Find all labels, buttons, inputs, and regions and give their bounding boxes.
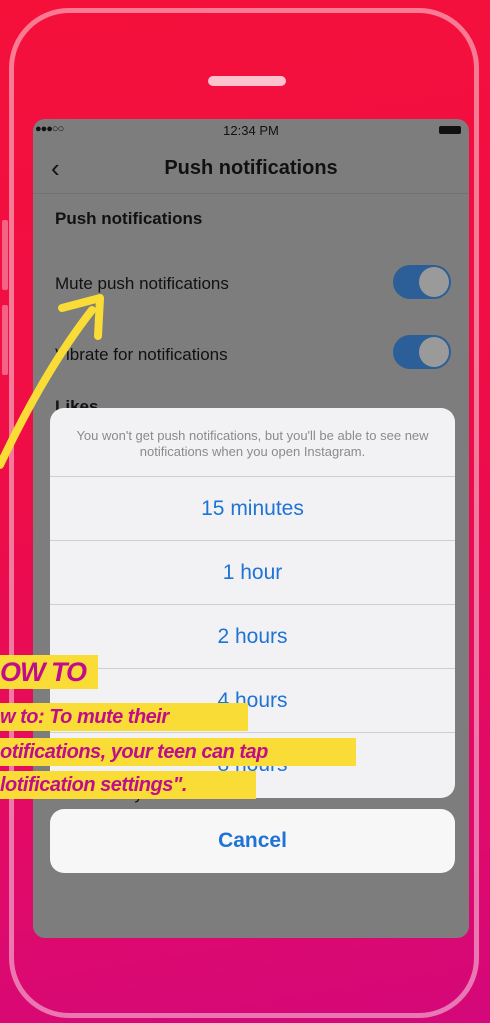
toggle-knob (419, 337, 449, 367)
status-bar: ●●●○○ 12:34 PM (33, 119, 469, 141)
page-title: Push notifications (164, 157, 338, 179)
how-to-heading: OW TO (0, 655, 98, 689)
option-2-hours[interactable]: 2 hours (50, 604, 455, 668)
caption-line-1: w to: To mute their (0, 703, 248, 731)
pointer-arrow-icon (0, 294, 104, 469)
toggle-knob (419, 267, 449, 297)
cancel-button[interactable]: Cancel (50, 809, 455, 873)
caption-line-2: otifications, your teen can tap (0, 738, 356, 766)
vibrate-notifications-toggle[interactable] (393, 335, 451, 369)
battery-icon (439, 126, 461, 134)
status-time: 12:34 PM (223, 123, 279, 138)
mute-notifications-toggle[interactable] (393, 265, 451, 299)
nav-bar: ‹ Push notifications (33, 141, 469, 194)
section-header: Push notifications (55, 209, 203, 228)
volume-up-button (2, 220, 8, 290)
option-1-hour[interactable]: 1 hour (50, 540, 455, 604)
caption-line-3: lotification settings". (0, 771, 256, 799)
speaker-grille (208, 76, 286, 86)
